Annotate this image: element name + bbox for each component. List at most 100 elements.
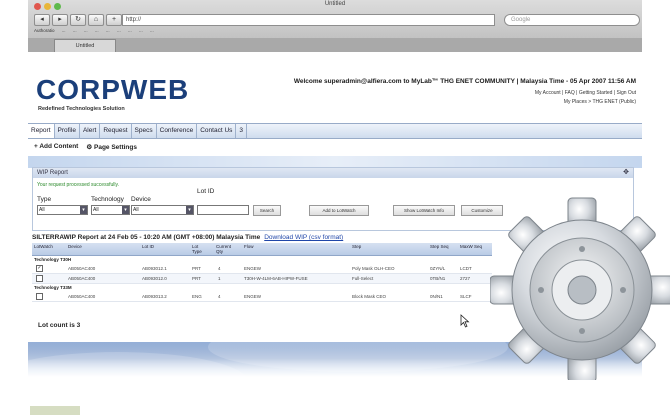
- bookmark-item[interactable]: ...: [84, 28, 88, 33]
- type-label: Type: [37, 196, 52, 203]
- type-select[interactable]: All ▾: [37, 205, 88, 215]
- technology-label: Technology: [91, 196, 124, 203]
- footer-swatch: [30, 406, 80, 415]
- col-header[interactable]: Flow: [244, 244, 254, 249]
- bookmark-item[interactable]: ...: [117, 28, 121, 33]
- tab-more[interactable]: 3: [236, 124, 248, 138]
- col-header[interactable]: MaxW Seq: [460, 244, 482, 249]
- tab-request[interactable]: Request: [100, 124, 132, 138]
- tab-profile[interactable]: Profile: [55, 124, 80, 138]
- search-button[interactable]: Search: [253, 205, 281, 216]
- cell-step: Block Mask CEO: [352, 294, 387, 299]
- add-content-button[interactable]: + Add Content: [34, 143, 78, 151]
- table-header: LotWatch Device Lot ID Lot Type Current …: [32, 243, 492, 256]
- cell-qty: 1: [218, 276, 221, 281]
- tab-alert[interactable]: Alert: [80, 124, 101, 138]
- col-header[interactable]: Lot Type: [192, 244, 208, 254]
- cell-flow: ENGEW: [244, 294, 262, 299]
- lot-id-input[interactable]: [197, 205, 249, 215]
- col-header[interactable]: Step: [352, 244, 361, 249]
- report-title-text: SILTERRAWIP Report at 24 Feb 05 - 10:20 …: [32, 234, 261, 241]
- cell-maxw: SLCF: [460, 294, 472, 299]
- download-csv-link[interactable]: Download WIP (csv format): [264, 234, 343, 241]
- cell-seq: 0ZYN/L: [430, 266, 446, 271]
- gear-icon: [490, 197, 670, 380]
- panel-toggle-icon[interactable]: ✥: [623, 168, 629, 178]
- bookmark-item[interactable]: ...: [139, 28, 143, 33]
- cell-flow: ENGEW: [244, 266, 262, 271]
- bookmark-item[interactable]: ...: [73, 28, 77, 33]
- section-header: Technology T33M: [34, 285, 72, 290]
- table-row[interactable]: AB050AC400 AB093013.2 ENG 4 ENGEW Block …: [32, 292, 492, 302]
- browser-tab[interactable]: Untitled: [54, 39, 116, 52]
- reload-icon[interactable]: ↻: [70, 14, 86, 26]
- bookmark-item[interactable]: ...: [150, 28, 154, 33]
- bookmark-item[interactable]: ...: [62, 28, 66, 33]
- tab-strip: Untitled: [28, 38, 642, 52]
- show-lotwatch-info-button[interactable]: Show LotWatch Info: [393, 205, 455, 216]
- cell-lot: AB093013.2: [142, 294, 167, 299]
- tab-specs[interactable]: Specs: [132, 124, 157, 138]
- technology-select-value: All: [93, 207, 99, 213]
- browser-chrome: Untitled ◂ ▸ ↻ ⌂ + http:// Google Author…: [28, 0, 642, 53]
- tab-conference[interactable]: Conference: [157, 124, 198, 138]
- cell-maxw: 2727: [460, 276, 471, 281]
- cell-flow: T30H-W-4LM-6AB-HIPW-FUSE: [244, 276, 308, 281]
- bookmark-item[interactable]: ...: [106, 28, 110, 33]
- cell-maxw: LCDT: [460, 266, 472, 271]
- cell-type: PRT: [192, 276, 201, 281]
- page-actions: + Add Content ⚙ Page Settings: [34, 143, 137, 151]
- home-icon[interactable]: ⌂: [88, 14, 104, 26]
- success-message: Your request processed successfully.: [37, 182, 119, 188]
- wip-table: LotWatch Device Lot ID Lot Type Current …: [32, 243, 492, 302]
- col-header[interactable]: Step Seq: [430, 244, 449, 249]
- cell-qty: 4: [218, 266, 221, 271]
- panel-header: WIP Report ✥: [33, 168, 633, 178]
- cell-device: AB050AC400: [68, 266, 96, 271]
- col-header[interactable]: Lot ID: [142, 244, 154, 249]
- panel-title: WIP Report: [37, 170, 68, 176]
- bookmark-item[interactable]: ...: [95, 28, 99, 33]
- technology-select[interactable]: All ▾: [91, 205, 130, 215]
- bookmark-item[interactable]: ...: [128, 28, 132, 33]
- cell-device: AB050AC400: [68, 276, 96, 281]
- col-header[interactable]: LotWatch: [34, 244, 53, 249]
- tab-report[interactable]: Report: [28, 124, 55, 138]
- back-icon[interactable]: ◂: [34, 14, 50, 26]
- welcome-message: Welcome superadmin@alfiera.com to MyLab™…: [293, 78, 636, 85]
- screenshot-stage: Untitled ◂ ▸ ↻ ⌂ + http:// Google Author…: [0, 0, 670, 415]
- window-title: Untitled: [324, 1, 346, 7]
- device-select-value: All: [133, 207, 139, 213]
- table-row[interactable]: AB050AC400 AB093012.0 PRT 1 T30H-W-4LM-6…: [32, 274, 492, 284]
- lotwatch-checkbox[interactable]: [36, 293, 43, 300]
- nav-buttons: ◂ ▸ ↻ ⌂ +: [34, 14, 122, 26]
- add-to-lotwatch-button[interactable]: Add to LotWatch: [309, 205, 369, 216]
- col-header[interactable]: Current Qty: [216, 244, 238, 254]
- device-select[interactable]: All ▾: [131, 205, 194, 215]
- report-title: SILTERRAWIP Report at 24 Feb 05 - 10:20 …: [32, 234, 343, 241]
- bookmarks-bar: Authoratio ... ... ... ... ... ... ... .…: [34, 28, 636, 36]
- chevron-down-icon: ▾: [122, 206, 129, 214]
- type-select-value: All: [39, 207, 45, 213]
- page-settings-button[interactable]: ⚙ Page Settings: [86, 143, 137, 151]
- col-header[interactable]: Device: [68, 244, 82, 249]
- search-input[interactable]: Google: [504, 14, 640, 26]
- stop-icon[interactable]: +: [106, 14, 122, 26]
- main-menu: Report Profile Alert Request Specs Confe…: [28, 123, 642, 139]
- table-row[interactable]: ✓ AB050AC400 AB093012.1 PRT 4 ENGEW Poly…: [32, 264, 492, 274]
- cell-seq: 0N/N1: [430, 294, 443, 299]
- places-breadcrumb[interactable]: My Places > THG ENET (Public): [564, 99, 636, 105]
- bookmark-item[interactable]: Authoratio: [34, 28, 55, 33]
- chevron-down-icon: ▾: [80, 206, 87, 214]
- lot-count: Lot count is 3: [38, 322, 81, 329]
- account-links[interactable]: My Account | FAQ | Getting Started | Sig…: [535, 90, 636, 96]
- cell-qty: 4: [218, 294, 221, 299]
- cell-type: ENG: [192, 294, 202, 299]
- forward-icon[interactable]: ▸: [52, 14, 68, 26]
- lotwatch-checkbox[interactable]: ✓: [36, 265, 43, 272]
- url-input[interactable]: http://: [122, 14, 495, 26]
- lotwatch-checkbox[interactable]: [36, 275, 43, 282]
- cell-seq: 0TB/N1: [430, 276, 446, 281]
- cell-device: AB050AC400: [68, 294, 96, 299]
- tab-contact-us[interactable]: Contact Us: [197, 124, 237, 138]
